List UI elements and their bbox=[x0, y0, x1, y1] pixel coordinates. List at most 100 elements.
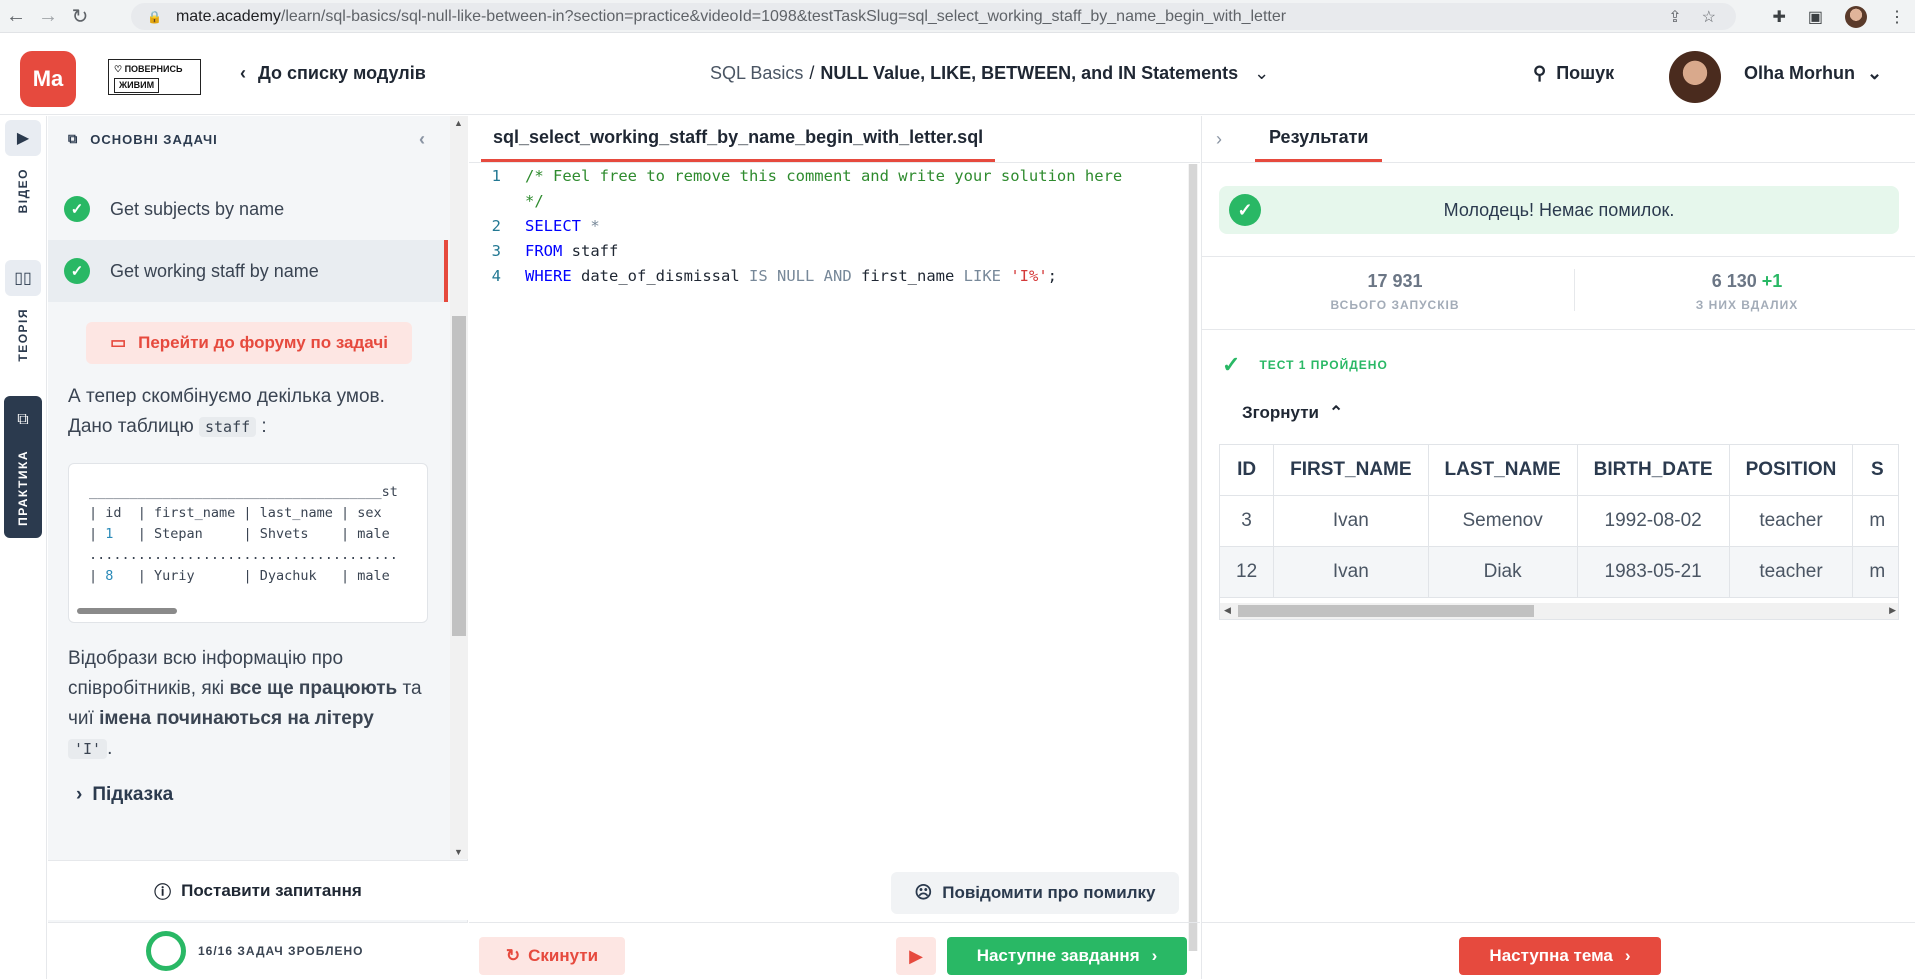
task-intro-line2: Дано таблицю staff : bbox=[68, 416, 267, 437]
inline-code: 'I' bbox=[68, 739, 108, 759]
breadcrumb-course: SQL Basics bbox=[710, 63, 804, 83]
chevron-right-icon[interactable]: › bbox=[1216, 129, 1222, 150]
table-row: 12 Ivan Diak 1983-05-21 teacher m bbox=[1220, 546, 1898, 598]
code-line: 4 WHERE date_of_dismissal IS NULL AND fir… bbox=[491, 267, 1058, 285]
user-menu[interactable]: Olha Morhun ⌄ bbox=[1744, 63, 1882, 84]
breadcrumb[interactable]: SQL Basics / NULL Value, LIKE, BETWEEN, … bbox=[710, 63, 1269, 84]
test-result: ✓ ТЕСТ 1 ПРОЙДЕНО bbox=[1222, 352, 1388, 378]
share-icon[interactable]: ⇪ bbox=[1668, 7, 1681, 27]
success-runs-stat: 6 130 +1 З НИХ ВДАЛИХ bbox=[1597, 271, 1897, 312]
reset-label: Скинути bbox=[528, 946, 599, 965]
mate-logo[interactable]: Ma bbox=[20, 51, 76, 107]
chevron-up-icon: ⌃ bbox=[1328, 403, 1344, 422]
total-runs-stat: 17 931 ВСЬОГО ЗАПУСКІВ bbox=[1245, 271, 1545, 312]
hint-label: Підказка bbox=[92, 784, 174, 805]
result-table: ID FIRST_NAME LAST_NAME BIRTH_DATE POSIT… bbox=[1219, 444, 1899, 620]
run-stats: 17 931 ВСЬОГО ЗАПУСКІВ 6 130 +1 З НИХ ВД… bbox=[1202, 256, 1915, 330]
ask-question-button[interactable]: ⓘ Поставити запитання bbox=[48, 860, 468, 920]
test-result-label: ТЕСТ 1 ПРОЙДЕНО bbox=[1259, 358, 1388, 372]
code-line: 2 SELECT * bbox=[491, 217, 600, 235]
stat-divider bbox=[1574, 269, 1575, 311]
scrollbar-thumb[interactable] bbox=[1238, 605, 1534, 617]
report-error-button[interactable]: ☹ Повідомити про помилку bbox=[891, 872, 1179, 914]
staff-table-preview: ____________________________________st |… bbox=[68, 463, 428, 623]
editor-scrollbar[interactable] bbox=[1188, 164, 1198, 951]
chat-bubble-icon: ▭ bbox=[110, 333, 127, 352]
url-host: mate.academy bbox=[175, 7, 281, 25]
task-item-get-subjects[interactable]: ✓ Get subjects by name bbox=[48, 178, 448, 240]
results-tabbar: › Результати bbox=[1202, 116, 1915, 163]
check-circle-icon: ✓ bbox=[64, 196, 90, 222]
tab-results[interactable]: Результати bbox=[1255, 116, 1383, 162]
search-button[interactable]: ⚲ Пошук bbox=[1533, 63, 1614, 84]
copy-icon: ⧉ bbox=[17, 411, 29, 428]
reset-button[interactable]: ↻ Скинути bbox=[479, 937, 625, 975]
hint-toggle[interactable]: › Підказка bbox=[76, 784, 173, 806]
reload-icon[interactable]: ↻ bbox=[64, 0, 96, 33]
address-bar[interactable]: 🔒 mate.academy/learn/sql-basics/sql-null… bbox=[131, 3, 1736, 30]
rail-practice[interactable]: ⧉ ПРАКТИКА bbox=[4, 396, 42, 538]
table-preview-scrollbar[interactable] bbox=[77, 608, 177, 614]
scroll-right-arrow-icon[interactable]: ▶ bbox=[1889, 605, 1896, 616]
table-cell: Ivan bbox=[1273, 495, 1429, 547]
rail-practice-label: ПРАКТИКА bbox=[16, 450, 30, 526]
next-topic-button[interactable]: Наступна тема › bbox=[1459, 937, 1661, 975]
chevron-down-icon: ⌄ bbox=[1867, 63, 1883, 83]
scroll-up-arrow-icon[interactable]: ▲ bbox=[454, 118, 463, 128]
check-circle-icon: ✓ bbox=[1229, 194, 1261, 226]
chevron-right-icon: › bbox=[1151, 946, 1158, 965]
table-header-row: ID FIRST_NAME LAST_NAME BIRTH_DATE POSIT… bbox=[1220, 445, 1898, 496]
scrollbar-thumb[interactable] bbox=[1189, 164, 1197, 951]
table-cell: Semenov bbox=[1428, 495, 1578, 547]
next-topic-label: Наступна тема bbox=[1489, 946, 1613, 965]
code-line: 1/* Feel free to remove this comment and… bbox=[491, 167, 1123, 185]
task-progress: 16/16 ЗАДАЧ ЗРОБЛЕНО bbox=[48, 922, 468, 979]
progress-label: 16/16 ЗАДАЧ ЗРОБЛЕНО bbox=[198, 944, 364, 958]
scroll-left-arrow-icon[interactable]: ◀ bbox=[1224, 605, 1231, 616]
table-cell: teacher bbox=[1729, 546, 1854, 598]
checkmark-icon: ✓ bbox=[1222, 352, 1242, 377]
table-cell: Ivan bbox=[1273, 546, 1429, 598]
code-editor[interactable]: 1/* Feel free to remove this comment and… bbox=[469, 164, 1189, 289]
book-icon: ▯▯ bbox=[5, 260, 41, 296]
column-header: ID bbox=[1220, 445, 1275, 496]
extensions-puzzle-icon[interactable]: ✚ bbox=[1772, 7, 1785, 27]
brand-badge: ♡ ПОВЕРНИСЬ ЖИВИМ bbox=[108, 59, 201, 95]
collapse-panel-icon[interactable]: ‹ bbox=[419, 129, 426, 150]
editor-file-tab[interactable]: sql_select_working_staff_by_name_begin_w… bbox=[481, 116, 996, 162]
url-path: /learn/sql-basics/sql-null-like-between-… bbox=[280, 7, 1287, 25]
table-row: 3 Ivan Semenov 1992-08-02 teacher m bbox=[1220, 495, 1898, 547]
table-horizontal-scrollbar[interactable]: ◀ ▶ bbox=[1220, 603, 1898, 619]
bookmark-star-icon[interactable]: ☆ bbox=[1702, 7, 1716, 27]
back-arrow-icon[interactable]: ← bbox=[0, 0, 32, 33]
scrollbar-thumb[interactable] bbox=[452, 316, 466, 636]
task-intro-line1: А тепер скомбінуємо декілька умов. bbox=[68, 386, 385, 407]
chevron-down-icon: ⌄ bbox=[1254, 63, 1270, 83]
user-name: Olha Morhun bbox=[1744, 63, 1855, 83]
side-panel-icon[interactable]: ▣ bbox=[1808, 7, 1823, 27]
forward-arrow-icon[interactable]: → bbox=[32, 0, 64, 33]
forum-button[interactable]: ▭ Перейти до форуму по задачі bbox=[86, 322, 412, 364]
chevron-left-icon: ‹ bbox=[240, 63, 246, 83]
user-avatar[interactable] bbox=[1669, 51, 1721, 103]
task-panel-scrollbar[interactable]: ▲ ▼ bbox=[450, 116, 468, 859]
rail-video[interactable]: ▶ ВІДЕО bbox=[4, 120, 42, 213]
scroll-down-arrow-icon[interactable]: ▼ bbox=[454, 847, 463, 857]
play-icon: ▶ bbox=[909, 945, 923, 966]
report-error-label: Повідомити про помилку bbox=[942, 883, 1156, 902]
table-cell: 12 bbox=[1220, 546, 1275, 598]
browser-profile-avatar[interactable] bbox=[1845, 5, 1867, 28]
back-to-modules-link[interactable]: ‹ До списку модулів bbox=[240, 63, 426, 84]
run-button[interactable]: ▶ bbox=[896, 937, 936, 975]
table-cell: m bbox=[1852, 546, 1898, 598]
table-cell: teacher bbox=[1729, 495, 1854, 547]
task-item-get-working-staff[interactable]: ✓ Get working staff by name bbox=[48, 240, 448, 302]
rail-theory[interactable]: ▯▯ ТЕОРІЯ bbox=[4, 260, 42, 362]
success-banner: ✓ Молодець! Немає помилок. bbox=[1219, 186, 1899, 234]
browser-menu-icon[interactable]: ⋮ bbox=[1889, 7, 1905, 27]
editor-tabbar: sql_select_working_staff_by_name_begin_w… bbox=[469, 116, 1200, 163]
sad-face-icon: ☹ bbox=[914, 883, 933, 902]
collapse-button[interactable]: Згорнути ⌃ bbox=[1242, 403, 1343, 423]
next-task-button[interactable]: Наступне завдання › bbox=[947, 937, 1187, 975]
task-item-label: Get working staff by name bbox=[110, 260, 319, 281]
